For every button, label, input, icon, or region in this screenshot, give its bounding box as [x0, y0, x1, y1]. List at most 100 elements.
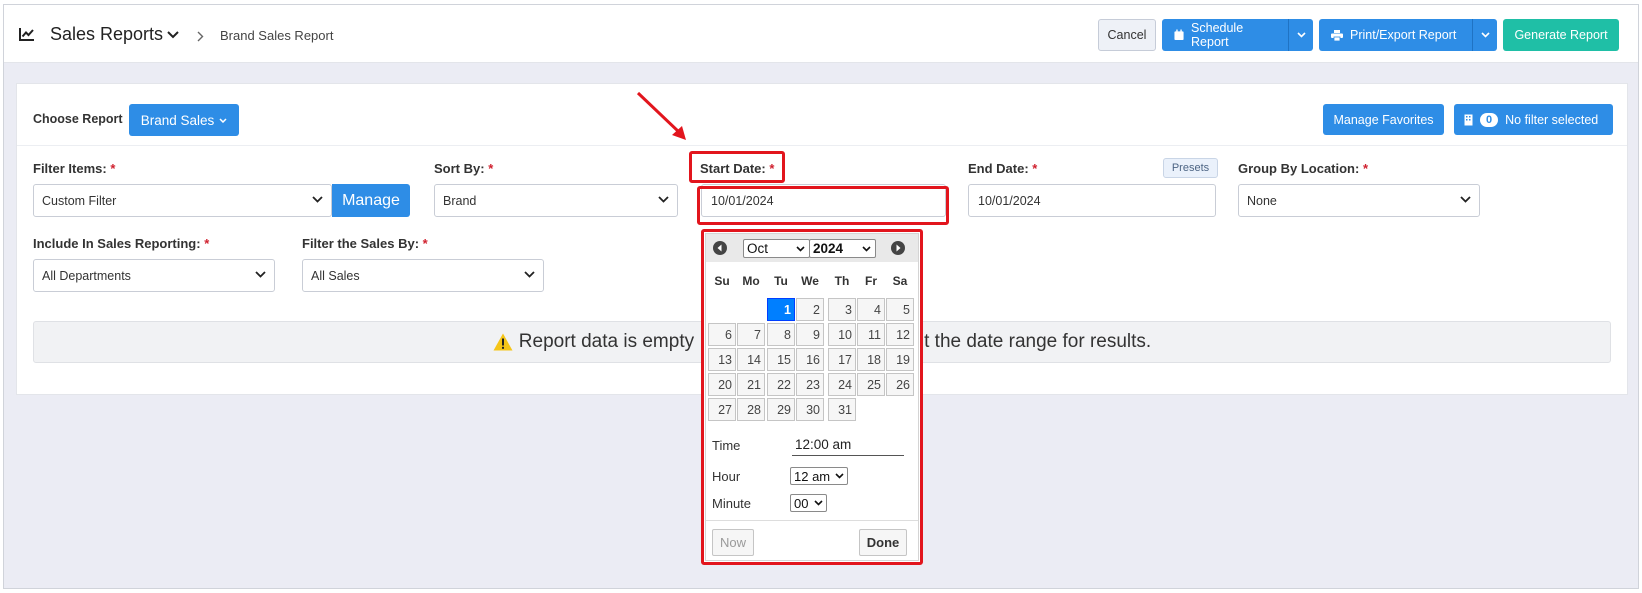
sort-by-label: Sort By: *: [434, 161, 494, 176]
calendar-day[interactable]: 6: [708, 323, 736, 346]
calendar-day[interactable]: 4: [857, 298, 885, 321]
calendar-day[interactable]: 31: [828, 398, 856, 421]
calendar-day[interactable]: 27: [708, 398, 736, 421]
calendar-day[interactable]: 28: [737, 398, 765, 421]
filter-status-button[interactable]: 0 No filter selected: [1454, 104, 1613, 135]
manage-filter-button[interactable]: Manage: [332, 184, 410, 217]
group-by-location-label: Group By Location: *: [1238, 161, 1369, 176]
weekday-label: Mo: [742, 274, 760, 288]
print-export-label: Print/Export Report: [1350, 28, 1457, 42]
chevron-down-icon: [658, 196, 669, 203]
hour-select[interactable]: 12 am: [790, 467, 848, 485]
schedule-report-dropdown[interactable]: [1288, 19, 1313, 51]
calendar-day[interactable]: 11: [857, 323, 885, 346]
alert-text-left: Report data is empty: [518, 331, 695, 352]
print-export-button[interactable]: Print/Export Report: [1319, 19, 1472, 51]
chevron-down-icon: [1480, 32, 1490, 38]
calendar-day[interactable]: 16: [796, 348, 824, 371]
done-button[interactable]: Done: [859, 529, 907, 556]
group-by-location-select[interactable]: None: [1238, 184, 1480, 217]
calendar-day[interactable]: 1: [767, 298, 795, 321]
month-select[interactable]: Oct: [743, 239, 810, 258]
weekday-label: Su: [714, 274, 730, 288]
chevron-down-icon: [835, 473, 844, 479]
schedule-report-label: Schedule Report: [1191, 21, 1244, 49]
chevron-down-icon: [255, 271, 266, 278]
triangle-left-icon: [717, 244, 722, 252]
app-frame: Sales Reports Brand Sales Report Cancel …: [3, 4, 1639, 589]
weekday-label: Fr: [865, 274, 877, 288]
calendar-day[interactable]: 10: [828, 323, 856, 346]
calendar-day[interactable]: 2: [796, 298, 824, 321]
end-date-label: End Date: *: [968, 161, 1038, 176]
sort-by-select[interactable]: Brand: [434, 184, 678, 217]
calendar-day[interactable]: 20: [708, 373, 736, 396]
calendar-day[interactable]: 30: [796, 398, 824, 421]
minute-select[interactable]: 00: [790, 494, 827, 512]
choose-report-value: Brand Sales: [140, 112, 215, 128]
filter-count-badge: 0: [1480, 112, 1499, 127]
print-export-split-button: Print/Export Report: [1319, 19, 1497, 51]
triangle-right-icon: [896, 244, 901, 252]
calendar-day[interactable]: 8: [767, 323, 795, 346]
date-picker-body: Oct 2024 Su Mo Tu We Th Fr Sa 1 2 3 4 5 6 7 8 9 10 11 12 1…: [705, 233, 919, 561]
cancel-button[interactable]: Cancel: [1098, 19, 1156, 51]
calendar-day[interactable]: 26: [886, 373, 914, 396]
chevron-down-icon: [814, 500, 823, 506]
time-label: Time: [712, 438, 741, 453]
prev-month-icon[interactable]: [713, 241, 727, 255]
calendar-icon: [1174, 29, 1184, 41]
minute-label: Minute: [712, 496, 752, 511]
choose-report-label: Choose Report: [33, 112, 123, 126]
calendar-day[interactable]: 12: [886, 323, 914, 346]
filter-items-select[interactable]: Custom Filter: [33, 184, 332, 217]
calendar-day[interactable]: 25: [857, 373, 885, 396]
alert-text-right: t the date range for results.: [924, 331, 1152, 352]
date-picker-header: Oct 2024: [706, 234, 918, 262]
calendar-day[interactable]: 15: [767, 348, 795, 371]
calendar-day[interactable]: 22: [767, 373, 795, 396]
calendar-day[interactable]: 17: [828, 348, 856, 371]
hour-label: Hour: [712, 469, 741, 484]
chevron-down-icon[interactable]: [167, 31, 179, 39]
date-picker-popup: Oct 2024 Su Mo Tu We Th Fr Sa 1 2 3 4 5 6 7 8 9 10 11 12 1…: [701, 229, 923, 565]
calendar-day[interactable]: 7: [737, 323, 765, 346]
building-icon: [1464, 114, 1473, 125]
chevron-down-icon: [312, 196, 323, 203]
choose-report-button[interactable]: Brand Sales: [129, 104, 239, 136]
calendar-day[interactable]: 18: [857, 348, 885, 371]
calendar-day[interactable]: 29: [767, 398, 795, 421]
calendar-day[interactable]: 13: [708, 348, 736, 371]
chevron-right-icon: [197, 31, 204, 42]
print-export-dropdown[interactable]: [1472, 19, 1497, 51]
calendar-day[interactable]: 3: [828, 298, 856, 321]
calendar-day[interactable]: 24: [828, 373, 856, 396]
page-title: Sales Reports: [50, 24, 164, 44]
filter-sales-by-select[interactable]: All Sales: [302, 259, 544, 292]
filter-status-label: No filter selected: [1505, 112, 1599, 127]
now-button[interactable]: Now: [712, 529, 754, 556]
warning-icon: [493, 333, 513, 351]
end-date-input[interactable]: 10/01/2024: [968, 184, 1216, 217]
calendar-day[interactable]: 5: [886, 298, 914, 321]
calendar-day[interactable]: 19: [886, 348, 914, 371]
generate-report-button[interactable]: Generate Report: [1503, 19, 1619, 51]
calendar-day[interactable]: 9: [796, 323, 824, 346]
weekday-label: Sa: [892, 274, 908, 288]
start-date-label-highlight: [689, 151, 785, 183]
year-select[interactable]: 2024: [809, 239, 876, 258]
calendar-day[interactable]: 23: [796, 373, 824, 396]
calendar-day[interactable]: 14: [737, 348, 765, 371]
schedule-report-button[interactable]: Schedule Report: [1162, 19, 1288, 51]
page-header: Sales Reports Brand Sales Report Cancel …: [4, 5, 1638, 63]
schedule-report-split-button: Schedule Report: [1162, 19, 1313, 51]
annotation-arrow-icon: [636, 91, 686, 140]
calendar-day[interactable]: 21: [737, 373, 765, 396]
date-picker-footer-divider: [706, 520, 918, 521]
include-in-sales-select[interactable]: All Departments: [33, 259, 275, 292]
presets-button[interactable]: Presets: [1163, 158, 1218, 178]
include-in-sales-label: Include In Sales Reporting: *: [33, 236, 210, 251]
filter-items-label: Filter Items: *: [33, 161, 116, 176]
next-month-icon[interactable]: [891, 241, 905, 255]
manage-favorites-button[interactable]: Manage Favorites: [1323, 104, 1444, 135]
